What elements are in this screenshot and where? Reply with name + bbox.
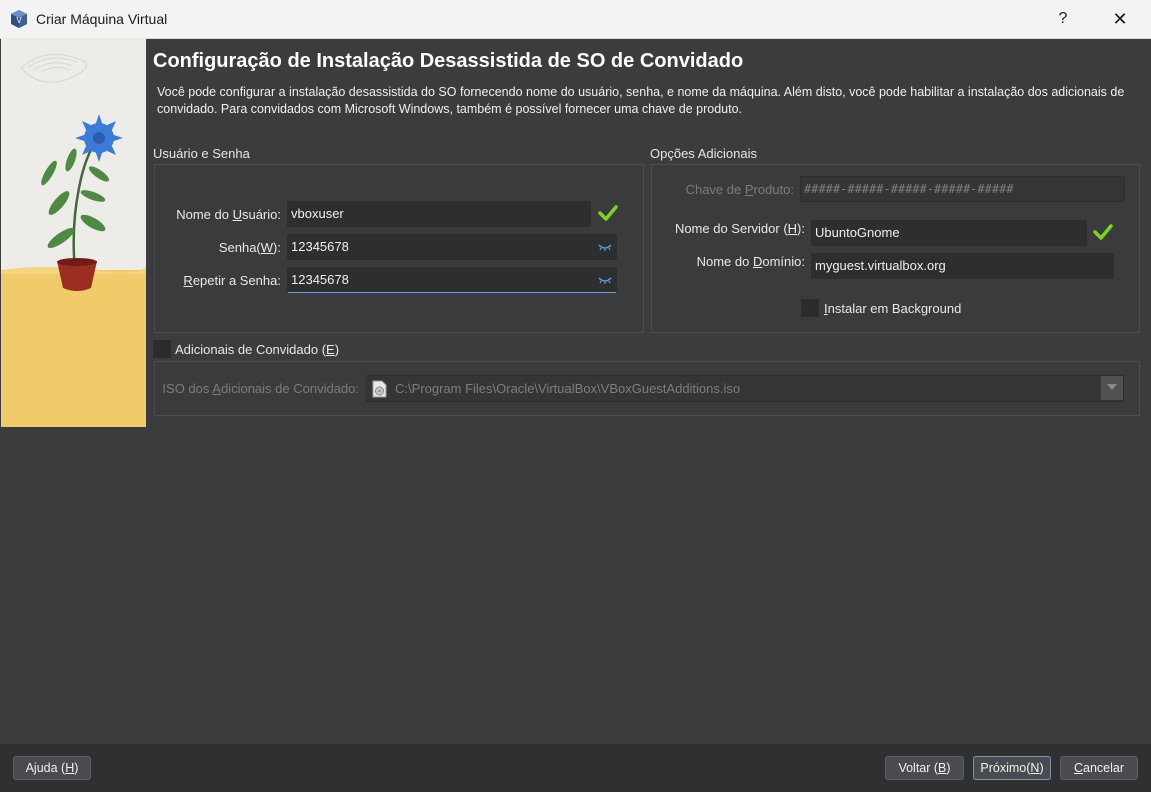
user-group-title: Usuário e Senha [153,146,250,161]
window-title: Criar Máquina Virtual [36,11,168,27]
install-in-background-label[interactable]: Instalar em Background [824,301,961,316]
valid-check-icon [1093,224,1113,240]
back-button[interactable]: Voltar (B) [885,756,964,780]
product-key-field[interactable]: #####-#####-#####-#####-##### [800,176,1125,202]
password-field[interactable]: 12345678 [287,234,617,260]
product-key-label: Chave de Produto: [685,182,794,197]
page-description: Você pode configurar a instalação desass… [157,85,1125,116]
username-field[interactable]: vboxuser [287,201,591,227]
virtualbox-app-icon: V [11,10,27,28]
domain-label: Nome do Domínio: [696,254,805,269]
help-button[interactable]: Ajuda (H) [13,756,91,780]
valid-check-icon [598,205,618,221]
iso-file-icon [372,380,387,398]
repeat-password-field[interactable]: 12345678 [287,267,617,293]
guest-additions-checkbox[interactable] [153,340,171,358]
chevron-down-icon [1107,384,1117,390]
domain-field[interactable]: myguest.virtualbox.org [811,253,1114,279]
install-in-background-checkbox[interactable] [801,299,819,317]
password-label: Senha(W): [218,240,281,255]
options-group-title: Opções Adicionais [650,146,757,161]
wizard-illustration [1,38,146,427]
close-icon[interactable]: ✕ [1105,0,1135,38]
eye-icon[interactable] [598,242,612,252]
iso-label: ISO dos Adicionais de Convidado: [162,381,359,396]
help-icon[interactable]: ? [1050,0,1076,38]
hostname-field[interactable]: UbuntoGnome [811,220,1087,246]
iso-path-field[interactable]: C:\Program Files\Oracle\VirtualBox\VBoxG… [366,375,1124,402]
page-title: Configuração de Instalação Desassistida … [153,50,744,72]
iso-dropdown-button[interactable] [1100,376,1123,400]
eye-icon[interactable] [598,275,612,285]
next-button[interactable]: Próximo(N) [973,756,1051,780]
username-label: Nome do Usuário: [176,207,281,222]
title-bar: V Criar Máquina Virtual ? ✕ [0,0,1151,39]
svg-text:V: V [16,16,22,25]
guest-additions-label[interactable]: Adicionais de Convidado (E) [175,342,339,357]
hostname-label: Nome do Servidor (H): [674,221,805,236]
cancel-button[interactable]: Cancelar [1060,756,1138,780]
repeat-password-label: Repetir a Senha: [183,273,281,288]
